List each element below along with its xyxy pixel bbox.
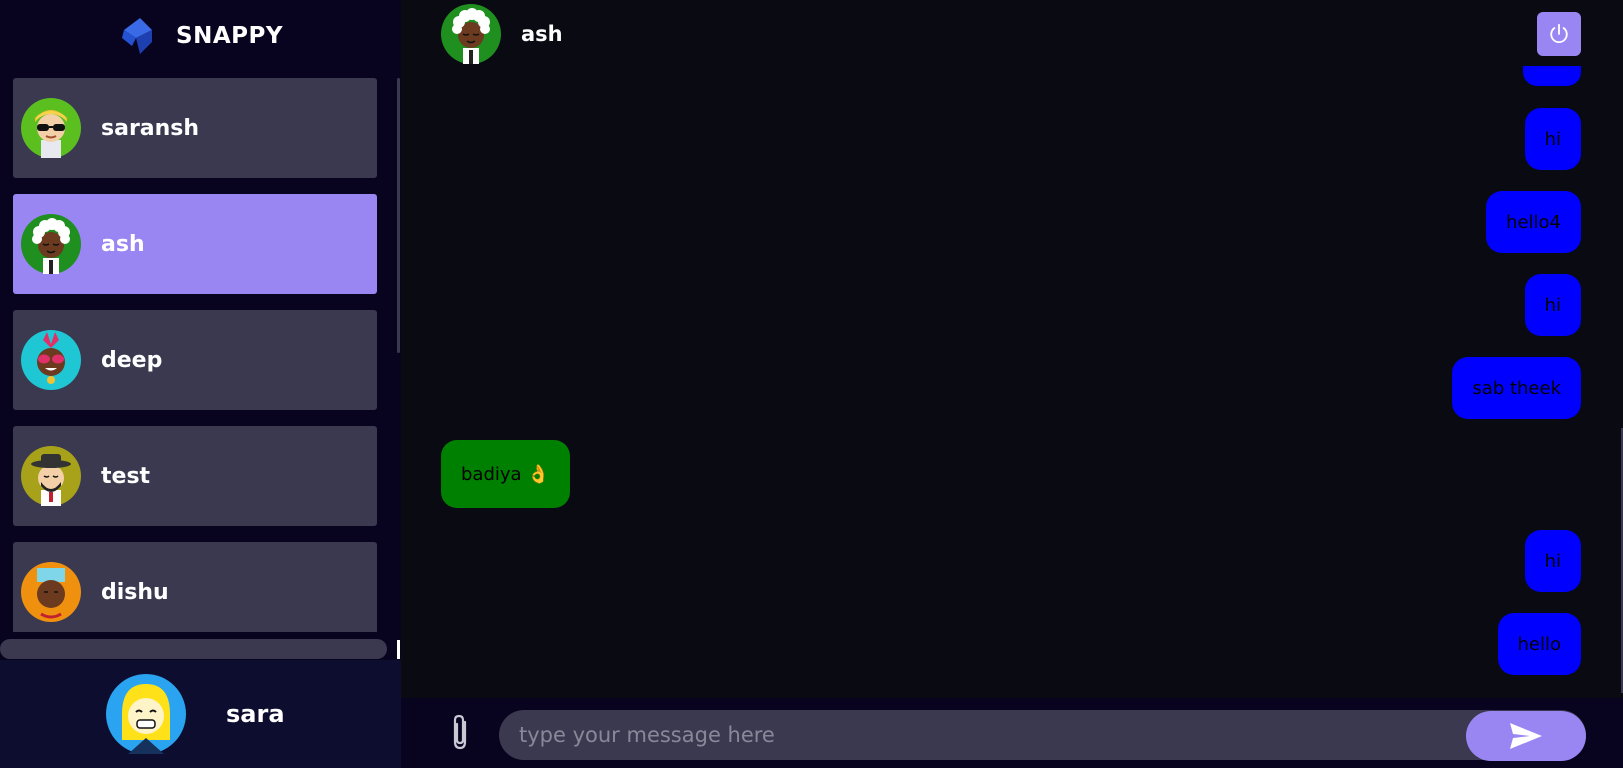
avatar — [106, 674, 186, 754]
contact-item-ash[interactable]: ash — [13, 194, 377, 294]
message-input-bar — [401, 698, 1623, 768]
logout-button[interactable] — [1537, 12, 1581, 56]
message-sent: sab theek — [1452, 357, 1581, 419]
send-button[interactable] — [1466, 711, 1586, 761]
contact-list-scrollbar[interactable] — [397, 78, 400, 353]
contact-name: test — [101, 463, 151, 489]
sidebar: SNAPPY saransh ash deep test dishu sara — [0, 0, 401, 768]
chat-panel: ash hi hello4 hi sab theek badiya 👌 hi h… — [401, 0, 1623, 768]
contact-name: deep — [101, 347, 163, 373]
contact-item-dishu[interactable]: dishu — [13, 542, 377, 632]
send-icon — [1510, 723, 1542, 749]
current-user: sara — [0, 660, 401, 768]
avatar — [21, 98, 81, 158]
message-sent: hi — [1524, 530, 1581, 592]
message-sent: hi — [1524, 274, 1581, 336]
current-user-name: sara — [226, 700, 285, 728]
message-sent: hi — [1524, 108, 1581, 170]
scrollbar-marker — [397, 640, 400, 659]
message-sent: hello — [1497, 613, 1581, 675]
avatar — [441, 4, 501, 64]
message-input[interactable] — [499, 710, 1586, 760]
chat-contact-name: ash — [521, 22, 563, 46]
snappy-logo-icon — [122, 18, 152, 54]
chat-header: ash — [401, 0, 1623, 68]
message-bubble-partial — [1523, 66, 1581, 86]
avatar — [21, 214, 81, 274]
avatar — [21, 446, 81, 506]
power-icon — [1550, 23, 1568, 43]
brand: SNAPPY — [0, 0, 401, 72]
contact-name: ash — [101, 231, 145, 257]
contact-item-test[interactable]: test — [13, 426, 377, 526]
message-sent: hello4 — [1486, 191, 1581, 253]
avatar — [21, 330, 81, 390]
contact-name: saransh — [101, 115, 200, 141]
contact-name: dishu — [101, 579, 169, 605]
paperclip-icon[interactable] — [447, 714, 475, 752]
contact-item-saransh[interactable]: saransh — [13, 78, 377, 178]
brand-name: SNAPPY — [176, 23, 283, 49]
contact-item-deep[interactable]: deep — [13, 310, 377, 410]
contact-list: saransh ash deep test dishu — [0, 72, 401, 632]
avatar — [21, 562, 81, 622]
contact-list-horizontal-scrollbar[interactable] — [0, 639, 387, 659]
message-received: badiya 👌 — [441, 440, 570, 508]
